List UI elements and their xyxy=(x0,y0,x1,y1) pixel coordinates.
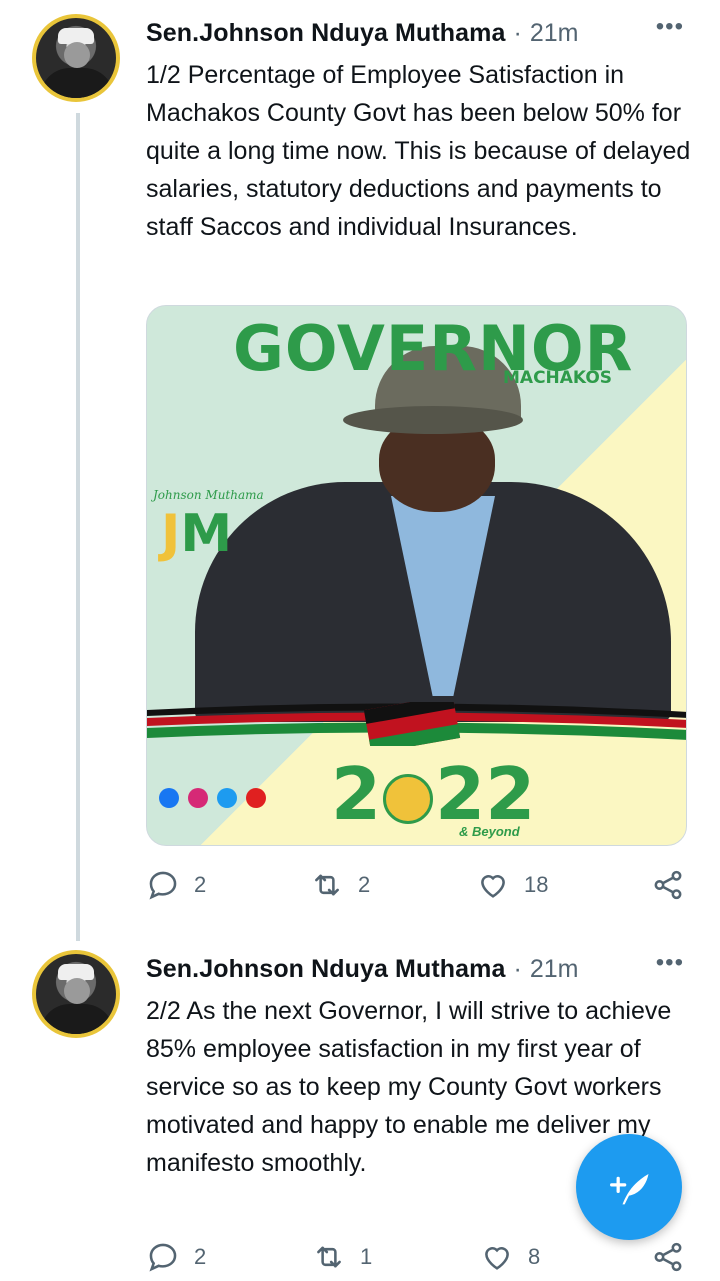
instagram-icon xyxy=(188,788,208,808)
reply-button[interactable]: 2 xyxy=(146,1240,206,1274)
like-button[interactable]: 8 xyxy=(480,1240,540,1274)
tweet-actions: 2 1 8 xyxy=(146,1240,691,1280)
poster-subheadline: MACHAKOS xyxy=(503,368,613,388)
share-button[interactable] xyxy=(651,1240,685,1274)
share-button[interactable] xyxy=(651,868,685,902)
tweet-header: Sen.Johnson Nduya Muthama · 21m ••• xyxy=(146,13,696,53)
compose-tweet-icon xyxy=(610,1174,649,1205)
retweet-count: 2 xyxy=(358,872,371,897)
thread-connector-line xyxy=(76,113,80,941)
like-count: 8 xyxy=(528,1244,541,1269)
compose-tweet-button[interactable] xyxy=(576,1134,682,1240)
heart-icon xyxy=(481,875,505,898)
social-icons xyxy=(159,788,266,808)
like-button[interactable]: 18 xyxy=(476,868,548,902)
retweet-button[interactable]: 2 xyxy=(310,868,370,902)
tweet-timestamp[interactable]: 21m xyxy=(530,19,579,48)
facebook-icon xyxy=(159,788,179,808)
kenya-flag-ribbon xyxy=(147,702,686,746)
tweet-text: 1/2 Percentage of Employee Satisfaction … xyxy=(146,61,698,241)
separator-dot: · xyxy=(513,954,522,983)
jm-logo: JM xyxy=(161,504,232,564)
retweet-button[interactable]: 1 xyxy=(312,1240,372,1274)
separator-dot: · xyxy=(513,18,522,47)
tweet-timestamp[interactable]: 21m xyxy=(530,955,579,984)
party-emblem-icon xyxy=(383,774,434,825)
author-name[interactable]: Sen.Johnson Nduya Muthama xyxy=(146,955,505,984)
more-dots-icon[interactable]: ••• xyxy=(656,13,684,41)
heart-icon xyxy=(485,1247,509,1270)
jm-logo-j: J xyxy=(161,504,181,564)
share-icon xyxy=(654,870,682,900)
photo-person-hat-brim xyxy=(343,406,523,434)
avatar[interactable] xyxy=(32,14,120,102)
share-icon xyxy=(654,1242,682,1272)
reply-icon xyxy=(149,871,177,900)
jm-logo-m: M xyxy=(180,504,233,564)
reply-count: 2 xyxy=(194,872,207,897)
twitter-icon xyxy=(217,788,237,808)
tweet-actions: 2 2 18 xyxy=(146,868,691,908)
retweet-count: 1 xyxy=(360,1244,373,1269)
reply-count: 2 xyxy=(194,1244,207,1269)
poster-tagline: & Beyond xyxy=(459,824,520,839)
retweet-icon xyxy=(317,1246,341,1268)
tweet-header: Sen.Johnson Nduya Muthama · 21m ••• xyxy=(146,949,696,989)
tweet-media-image[interactable]: GOVERNOR MACHAKOS Johnson Muthama JM 2 22… xyxy=(146,305,687,846)
retweet-icon xyxy=(315,874,339,896)
author-name[interactable]: Sen.Johnson Nduya Muthama xyxy=(146,19,505,48)
reply-icon xyxy=(149,1243,177,1272)
avatar[interactable] xyxy=(32,950,120,1038)
poster-signature: Johnson Muthama xyxy=(153,488,264,502)
reply-button[interactable]: 2 xyxy=(146,868,206,902)
more-dots-icon[interactable]: ••• xyxy=(656,949,684,977)
youtube-icon xyxy=(246,788,266,808)
like-count: 18 xyxy=(524,872,549,897)
